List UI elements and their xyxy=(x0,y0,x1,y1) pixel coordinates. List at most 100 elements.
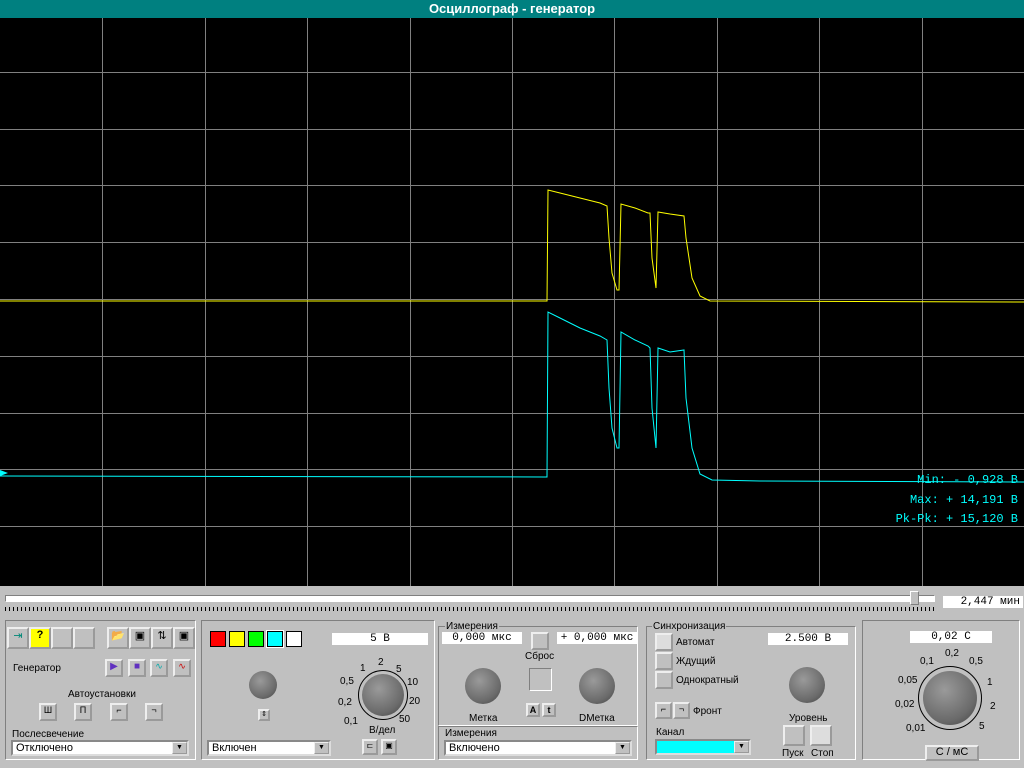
time-tick: 0,05 xyxy=(898,675,918,686)
level-display: 2.500 В xyxy=(768,633,848,645)
volts-per-div-knob[interactable] xyxy=(362,674,404,716)
save-as-button[interactable]: ▣ xyxy=(173,627,195,649)
volts-display: 5 В xyxy=(332,633,428,645)
generator-wave-button[interactable]: ∿ xyxy=(150,659,168,677)
color-red-swatch[interactable] xyxy=(210,631,226,647)
time-scrollbar[interactable] xyxy=(5,595,935,602)
chevron-down-icon: ▼ xyxy=(172,742,187,754)
falling-edge-button[interactable]: ¬ xyxy=(673,702,690,719)
reset-button[interactable] xyxy=(531,632,549,650)
channel-panel: 5 В ⇕ 0,1 0,2 0,5 1 2 5 10 20 50 В/дел В… xyxy=(201,620,435,760)
scale-label: В/дел xyxy=(369,725,396,736)
color-yellow-swatch[interactable] xyxy=(229,631,245,647)
sync-channel-select[interactable]: ▼ xyxy=(655,739,751,755)
color-white-swatch[interactable] xyxy=(286,631,302,647)
generator-stop-button[interactable]: ■ xyxy=(128,659,146,677)
load-channel-button[interactable]: ⊏ xyxy=(362,739,378,755)
persistence-value: Отключено xyxy=(16,742,73,754)
single-mode-label: Однократный xyxy=(676,675,739,686)
autoset-button-2[interactable]: П xyxy=(74,703,92,721)
amplitude-mode-button[interactable]: A xyxy=(526,703,540,717)
auto-mode-button[interactable] xyxy=(655,633,673,651)
time-per-div-display: 0,02 С xyxy=(910,631,992,643)
max-readout: Max: + 14,191 В xyxy=(909,493,1018,507)
time-tick: 0,1 xyxy=(920,656,934,667)
scale-tick: 1 xyxy=(360,663,366,674)
exit-button[interactable]: ⇥ xyxy=(7,627,29,649)
left-panel: ⇥ ? 📂 ▣ ⇅ ▣ Генератор ▶ ■ ∿ ∿ Автоустано… xyxy=(5,620,196,760)
start-button[interactable] xyxy=(783,725,805,746)
channel-state-value: Включен xyxy=(212,742,257,754)
open-button[interactable]: 📂 xyxy=(107,627,129,649)
units-button[interactable]: С / мС xyxy=(925,745,979,761)
sync-group-title: Синхронизация xyxy=(652,621,727,632)
time-tick: 0,02 xyxy=(895,699,915,710)
measure-group-title: Измерения xyxy=(445,621,499,632)
single-mode-button[interactable] xyxy=(655,671,673,689)
stop-button[interactable] xyxy=(810,725,832,746)
autoset-label: Автоустановки xyxy=(68,689,136,700)
measure-state-select[interactable]: Включено ▼ xyxy=(444,740,632,756)
autoset-button-4[interactable]: ¬ xyxy=(145,703,163,721)
dmarker-display: + 0,000 мкс xyxy=(557,632,637,644)
time-position-display: 2,447 мин xyxy=(943,596,1023,608)
time-tick: 0,2 xyxy=(945,648,959,659)
sync-group: Автомат Ждущий Однократный 2.500 В ⌐ ¬ Ф… xyxy=(646,626,856,760)
autoset-button-3[interactable]: ⌐ xyxy=(110,703,128,721)
time-slider-thumb[interactable] xyxy=(910,591,919,605)
dmarker-knob[interactable] xyxy=(579,668,615,704)
chevron-down-icon: ▼ xyxy=(615,742,630,754)
generator-play-button[interactable]: ▶ xyxy=(105,659,123,677)
trigger-marker xyxy=(0,470,8,476)
marker-knob[interactable] xyxy=(465,668,501,704)
measure-state-group: Измерения Включено ▼ xyxy=(438,726,638,760)
marker-display: 0,000 мкс xyxy=(442,632,522,644)
scale-tick: 0,2 xyxy=(338,697,352,708)
settings-button[interactable]: ⇅ xyxy=(151,627,173,649)
scale-tick: 0,5 xyxy=(340,676,354,687)
channel-state-select[interactable]: Включен ▼ xyxy=(207,740,331,756)
generator-wave2-button[interactable]: ∿ xyxy=(173,659,191,677)
level-knob[interactable] xyxy=(789,667,825,703)
oscilloscope-screen: Min: - 0,928 В Max: + 14,191 В Pk-Pk: + … xyxy=(0,18,1024,586)
rising-edge-button[interactable]: ⌐ xyxy=(655,702,672,719)
time-per-div-knob[interactable] xyxy=(923,671,977,725)
time-tick: 1 xyxy=(987,677,993,688)
help-button[interactable]: ? xyxy=(29,627,51,649)
start-label: Пуск xyxy=(782,748,804,759)
scale-tick: 0,1 xyxy=(344,716,358,727)
marker-label: Метка xyxy=(469,713,498,724)
chevron-down-icon: ▼ xyxy=(734,741,749,753)
chevron-down-icon: ▼ xyxy=(314,742,329,754)
channel-label: Канал xyxy=(656,727,685,738)
stop-label: Стоп xyxy=(811,748,834,759)
save-button[interactable]: ▣ xyxy=(129,627,151,649)
wait-mode-button[interactable] xyxy=(655,652,673,670)
level-label: Уровень xyxy=(789,713,828,724)
scale-tick: 20 xyxy=(409,696,421,707)
time-mode-button[interactable]: t xyxy=(542,703,556,717)
scale-tick: 10 xyxy=(407,677,419,688)
offset-spin-icon[interactable]: ⇕ xyxy=(258,709,270,721)
wait-mode-label: Ждущий xyxy=(676,656,716,667)
time-scale-ticks xyxy=(5,607,935,611)
offset-knob[interactable] xyxy=(249,671,277,699)
blank-button-2[interactable] xyxy=(73,627,95,649)
measure-state-label: Измерения xyxy=(445,728,497,739)
color-green-swatch[interactable] xyxy=(248,631,264,647)
autoset-button-1[interactable]: Ш xyxy=(39,703,57,721)
time-tick: 5 xyxy=(979,721,985,732)
color-cyan-swatch[interactable] xyxy=(266,630,284,648)
persistence-label: Послесвечение xyxy=(12,729,85,740)
auto-mode-label: Автомат xyxy=(676,637,715,648)
persistence-select[interactable]: Отключено ▼ xyxy=(11,740,189,756)
edge-label: Фронт xyxy=(693,706,722,717)
waveform-plot xyxy=(0,18,1024,586)
blank-button-1[interactable] xyxy=(51,627,73,649)
save-channel-button[interactable]: ▣ xyxy=(381,739,397,755)
scale-tick: 50 xyxy=(399,714,411,725)
measure-group: 0,000 мкс + 0,000 мкс Сброс A t Метка DМ… xyxy=(438,626,638,726)
dmarker-label: DМетка xyxy=(579,713,615,724)
pkpk-readout: Pk-Pk: + 15,120 В xyxy=(895,512,1018,526)
min-readout: Min: - 0,928 В xyxy=(917,473,1018,487)
